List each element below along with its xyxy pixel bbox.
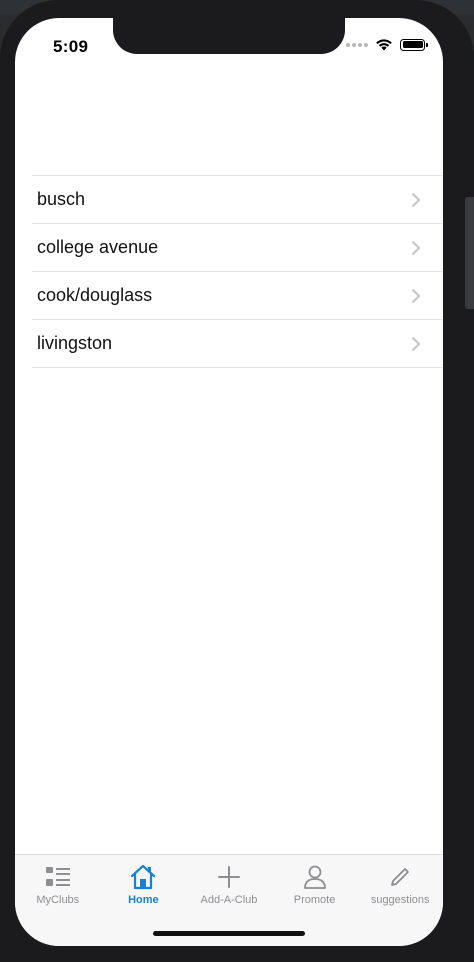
tab-suggestions[interactable]: suggestions xyxy=(357,855,443,946)
list-item-label: busch xyxy=(37,189,86,209)
campus-list: busch college avenue cook/douglass livin… xyxy=(32,175,443,368)
side-button xyxy=(465,197,474,309)
app-screen: 5:09 busch college avenue cook/douglass … xyxy=(15,18,443,946)
tab-label: Home xyxy=(128,894,159,906)
battery-icon xyxy=(400,38,428,51)
chevron-right-icon xyxy=(411,336,421,352)
person-icon xyxy=(300,864,330,890)
chevron-right-icon xyxy=(411,192,421,208)
chevron-right-icon xyxy=(411,240,421,256)
tab-myclubs[interactable]: MyClubs xyxy=(15,855,101,946)
wifi-icon xyxy=(376,39,392,51)
home-indicator[interactable] xyxy=(153,931,305,936)
list-item-label: livingston xyxy=(37,333,113,353)
list-item-cook-douglass[interactable]: cook/douglass xyxy=(32,272,443,320)
list-item-college-avenue[interactable]: college avenue xyxy=(32,224,443,272)
pencil-icon xyxy=(385,864,415,890)
status-icons xyxy=(346,38,428,51)
list-item-livingston[interactable]: livingston xyxy=(32,320,443,368)
chevron-right-icon xyxy=(411,288,421,304)
tab-label: Promote xyxy=(293,894,336,906)
list-item-busch[interactable]: busch xyxy=(32,176,443,224)
tab-label: suggestions xyxy=(370,894,430,906)
tab-label: MyClubs xyxy=(36,894,80,906)
list-item-label: cook/douglass xyxy=(37,285,153,305)
plus-icon xyxy=(214,864,244,890)
notch xyxy=(113,18,345,54)
cellular-signal-icon xyxy=(346,42,368,47)
list-icon xyxy=(43,864,73,890)
status-time: 5:09 xyxy=(53,37,89,56)
home-icon xyxy=(128,864,158,890)
list-item-label: college avenue xyxy=(37,237,159,257)
tab-label: Add-A-Club xyxy=(200,894,258,906)
